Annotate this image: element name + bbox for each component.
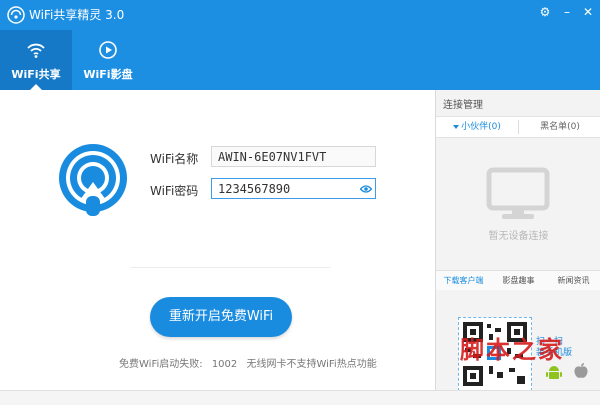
wifi-name-label: WiFi名称 — [150, 152, 199, 166]
status-line: 免费WiFi启动失败: 1002 无线网卡不支持WiFi热点功能 — [119, 355, 383, 370]
sidebar-title: 连接管理 — [443, 100, 483, 111]
divider — [130, 267, 330, 268]
title-bar: WiFi共享精灵 3.0 ⚙ – ✕ — [0, 0, 600, 30]
android-icon[interactable] — [546, 364, 562, 382]
caret-down-icon — [453, 124, 460, 129]
settings-icon[interactable]: ⚙ — [538, 5, 552, 19]
status-text: 免费WiFi启动失败: — [119, 359, 203, 370]
download-tabs: 下载客户端 影盘趣事 新闻资讯 — [436, 270, 600, 290]
status-bar — [0, 390, 600, 405]
error-message: 无线网卡不支持WiFi热点功能 — [246, 359, 377, 370]
wifi-password-field[interactable]: 1234567890 — [211, 178, 376, 199]
tab-news[interactable]: 新闻资讯 — [546, 271, 600, 291]
tab-wifi-share[interactable]: WiFi共享 — [0, 30, 72, 90]
tab-blacklist[interactable]: 黑名单(0) — [519, 117, 600, 137]
app-logo-icon — [7, 6, 25, 24]
play-icon — [99, 41, 117, 59]
tab-wifi-disk[interactable]: WiFi影盘 — [72, 30, 144, 90]
tab-download-client[interactable]: 下载客户端 — [436, 271, 491, 291]
tab-label: WiFi共享 — [11, 68, 61, 81]
minimize-button[interactable]: – — [560, 5, 574, 19]
wifi-hotspot-icon — [59, 144, 127, 216]
eye-icon[interactable] — [360, 184, 372, 194]
main-panel: WiFi名称 AWIN-6E07NV1FVT WiFi密码 1234567890… — [0, 90, 435, 390]
tab-label: 黑名单(0) — [540, 122, 580, 132]
tab-label: WiFi影盘 — [83, 68, 133, 81]
no-device-message: 暂无设备连接 — [488, 231, 549, 242]
wifi-icon — [27, 43, 45, 58]
monitor-icon — [486, 167, 550, 219]
restart-wifi-button[interactable]: 重新开启免费WiFi — [150, 297, 292, 337]
sidebar-tabs: 小伙伴(0) 黑名单(0) — [436, 116, 600, 138]
error-code: 1002 — [211, 359, 238, 370]
tab-friends[interactable]: 小伙伴(0) — [436, 117, 518, 137]
close-button[interactable]: ✕ — [581, 5, 595, 19]
tab-disk-stories[interactable]: 影盘趣事 — [491, 271, 546, 291]
wifi-password-label: WiFi密码 — [150, 184, 199, 198]
tab-label: 小伙伴(0) — [461, 122, 501, 132]
watermark-text: 脚本之家 — [460, 335, 564, 364]
wifi-name-field[interactable]: AWIN-6E07NV1FVT — [211, 146, 376, 167]
apple-icon[interactable] — [573, 362, 589, 380]
window-title: WiFi共享精灵 3.0 — [29, 8, 125, 22]
nav-bar: WiFi共享 WiFi影盘 — [0, 30, 600, 90]
